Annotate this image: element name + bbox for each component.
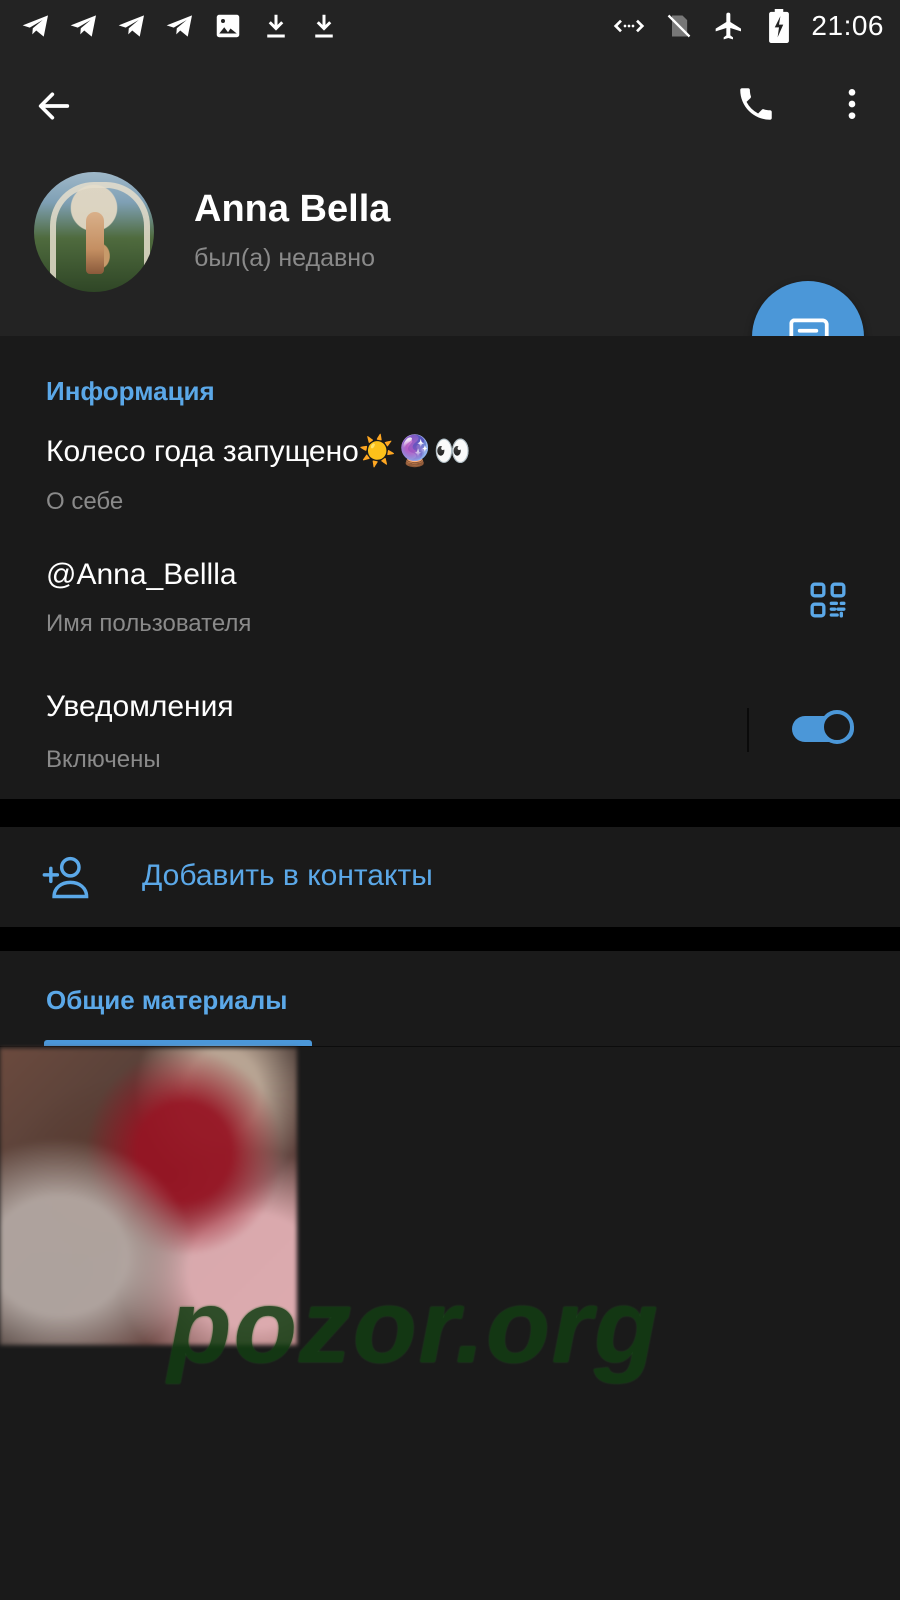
tab-shared-media[interactable]: Общие материалы xyxy=(46,985,287,1016)
telegram-icon xyxy=(114,8,150,44)
qr-code-icon xyxy=(810,582,846,618)
avatar[interactable] xyxy=(34,172,154,292)
notifications-toggle[interactable] xyxy=(790,710,858,748)
no-sim-icon xyxy=(661,8,697,44)
add-contact-row[interactable]: Добавить в контакты xyxy=(0,827,900,927)
add-user-icon xyxy=(40,851,92,903)
notification-icons xyxy=(18,8,342,44)
qr-code-button[interactable] xyxy=(802,574,854,626)
download-icon xyxy=(258,8,294,44)
bio-text[interactable]: Колесо года запущено☀️🔮👀 xyxy=(46,434,471,469)
status-bar: 21:06 xyxy=(0,0,900,52)
phone-icon xyxy=(740,88,772,120)
watermark: pozor.org xyxy=(168,1269,660,1385)
back-button[interactable] xyxy=(24,76,84,136)
system-icons: 21:06 xyxy=(611,6,884,46)
call-button[interactable] xyxy=(726,74,786,134)
telegram-icon xyxy=(162,8,198,44)
download-icon xyxy=(306,8,342,44)
section-separator xyxy=(0,927,900,951)
more-vert-icon xyxy=(848,89,856,119)
more-options-button[interactable] xyxy=(822,74,882,134)
profile-name: Anna Bella xyxy=(194,188,391,230)
clock: 21:06 xyxy=(811,10,884,41)
bio-label: О себе xyxy=(46,488,124,515)
back-arrow-icon xyxy=(38,92,70,120)
username-text[interactable]: @Anna_Bellla xyxy=(46,558,237,592)
username-label: Имя пользователя xyxy=(46,610,252,637)
last-seen-status: был(а) недавно xyxy=(194,244,376,272)
battery-charging-icon xyxy=(761,8,797,44)
data-saver-icon xyxy=(611,8,647,44)
airplane-icon xyxy=(711,8,747,44)
section-separator xyxy=(0,799,900,827)
divider xyxy=(747,708,749,752)
image-icon xyxy=(210,8,246,44)
info-section-title: Информация xyxy=(46,376,215,406)
add-contact-label: Добавить в контакты xyxy=(142,859,433,892)
notifications-state: Включены xyxy=(46,746,161,773)
telegram-icon xyxy=(18,8,54,44)
notifications-label[interactable]: Уведомления xyxy=(46,690,234,724)
tab-divider xyxy=(0,1046,900,1047)
profile-header: Anna Bella был(а) недавно xyxy=(0,52,900,336)
telegram-icon xyxy=(66,8,102,44)
info-section: Информация Колесо года запущено☀️🔮👀 О се… xyxy=(0,336,900,799)
